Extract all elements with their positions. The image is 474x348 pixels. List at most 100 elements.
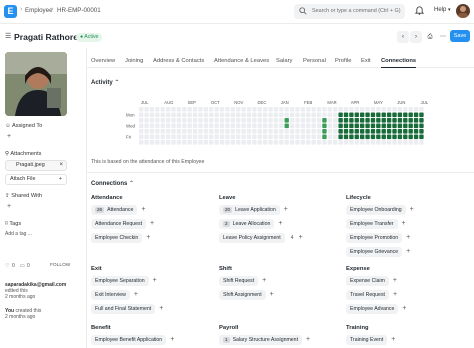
add-connection-button[interactable]: + [393, 276, 397, 286]
bell-icon[interactable] [415, 5, 424, 15]
connection-group-expense: Expense [346, 266, 370, 272]
connection-link[interactable]: Employee Onboarding [346, 205, 406, 215]
connection-link[interactable]: Leave Policy Assignment [219, 233, 285, 243]
connection-link[interactable]: Full and Final Statement [91, 304, 156, 314]
add-connection-button[interactable]: + [402, 304, 406, 314]
add-assignee-button[interactable]: + [7, 132, 11, 142]
add-connection-button[interactable]: + [406, 233, 410, 243]
add-connection-button[interactable]: + [150, 219, 154, 229]
like-icon[interactable]: ♡ [5, 263, 9, 269]
next-button[interactable]: › [410, 31, 422, 43]
connection-link[interactable]: Employee Separation [91, 276, 149, 286]
comments-count: 0 [27, 263, 30, 269]
add-connection-button[interactable]: + [410, 205, 414, 215]
previous-button[interactable]: ‹ [397, 31, 409, 43]
add-connection-button[interactable]: + [278, 219, 282, 229]
heatmap-cell [333, 112, 338, 118]
heatmap-cell [300, 140, 306, 145]
heatmap-cell [413, 123, 419, 129]
add-connection-button[interactable]: + [402, 219, 406, 229]
chevron-right-icon: › [20, 6, 23, 13]
add-connection-button[interactable]: + [284, 205, 288, 215]
connection-group-shift: Shift [219, 266, 232, 272]
connection-link[interactable]: Employee Promotion [346, 233, 403, 243]
heatmap-cell [354, 112, 359, 118]
connection-link[interactable]: Travel Request [346, 290, 389, 300]
add-connection-button[interactable]: + [306, 335, 310, 345]
heatmap-cell [171, 123, 176, 129]
add-connection-button[interactable]: + [141, 205, 145, 215]
add-connection-button[interactable]: + [270, 290, 274, 300]
add-connection-button[interactable]: + [159, 304, 163, 314]
heatmap-cell [333, 118, 338, 123]
breadcrumb-employee[interactable]: Employee [25, 7, 53, 14]
heatmap-cell [354, 129, 359, 134]
user-avatar[interactable] [456, 4, 470, 18]
connection-link[interactable]: Employee Checkin [91, 233, 143, 243]
add-connection-button[interactable]: + [406, 247, 410, 257]
menu-icon[interactable]: ☰ [5, 32, 11, 40]
connection-link[interactable]: Expense Claim [346, 276, 389, 286]
print-icon[interactable]: ⎙ [424, 31, 436, 43]
heatmap-cell [370, 107, 376, 112]
connection-link[interactable]: 1 Salary Structure Assignment [219, 335, 303, 345]
add-tag-input[interactable]: Add a tag ... [5, 231, 32, 237]
connections-section-title[interactable]: Connections ⌃ [91, 180, 134, 187]
heatmap-cell [338, 112, 343, 118]
heatmap-cell [176, 134, 182, 140]
heatmap-cell [219, 112, 225, 118]
add-connection-button[interactable]: + [146, 233, 150, 243]
heatmap-cell [284, 107, 289, 112]
heatmap-cell [144, 134, 149, 140]
connection-link[interactable]: Employee Advance [346, 304, 399, 314]
heatmap-cell [225, 118, 230, 123]
connection-link[interactable]: Employee Benefit Application [91, 335, 167, 345]
connection-link[interactable]: Employee Grievance [346, 247, 403, 257]
heatmap-cell [214, 112, 219, 118]
add-connection-button[interactable]: + [393, 290, 397, 300]
add-connection-button[interactable]: + [299, 233, 303, 243]
connection-link[interactable]: Shift Assignment [219, 290, 266, 300]
add-connection-button[interactable]: + [134, 290, 138, 300]
attach-file-button[interactable]: Attach File + [5, 174, 67, 185]
employee-photo[interactable] [5, 52, 67, 116]
add-connection-button[interactable]: + [262, 276, 266, 286]
connection-link[interactable]: Shift Request [219, 276, 259, 286]
connection-link[interactable]: 26 Attendance [91, 205, 138, 215]
connection-link[interactable]: 20 Leave Application [219, 205, 280, 215]
connection-count: 26 [95, 207, 105, 213]
connection-link[interactable]: Attendance Request [91, 219, 147, 229]
add-connection-button[interactable]: + [170, 335, 174, 345]
share-icon: ⇪ [5, 193, 10, 199]
heatmap-cell [225, 129, 230, 134]
close-icon[interactable]: × [59, 161, 63, 170]
add-share-button[interactable]: + [7, 202, 11, 212]
search-placeholder: Search or type a command (Ctrl + G) [312, 8, 401, 14]
save-button[interactable]: Save [450, 30, 470, 42]
breadcrumb-record[interactable]: HR-EMP-00001 [57, 7, 101, 14]
heatmap-cell [192, 123, 198, 129]
follow-button[interactable]: FOLLOW [50, 263, 70, 268]
heatmap-cell [279, 140, 284, 145]
heatmap-cell [419, 140, 424, 145]
heatmap-cell [386, 129, 392, 134]
connection-link[interactable]: 2 Leave Allocation [219, 219, 275, 229]
connection-link[interactable]: Exit Interview [91, 290, 130, 300]
heatmap-cell [182, 118, 187, 123]
more-options-icon[interactable]: ⋯ [437, 31, 449, 43]
heatmap-cell [413, 112, 419, 118]
add-connection-button[interactable]: + [153, 276, 157, 286]
search-bar[interactable]: Search or type a command (Ctrl + G) [294, 4, 405, 19]
connection-link[interactable]: Training Event [346, 335, 388, 345]
help-dropdown[interactable]: Help ▾ [434, 7, 451, 13]
comment-icon[interactable]: ▭ [20, 263, 25, 269]
heatmap-cell [230, 140, 235, 145]
heatmap-cell [322, 118, 327, 123]
heatmap-cell [413, 129, 419, 134]
attachment-file[interactable]: Pragati.jpeg × [5, 160, 67, 171]
add-connection-button[interactable]: + [391, 335, 395, 345]
app-logo[interactable]: E [4, 5, 17, 18]
connection-link[interactable]: Employee Transfer [346, 219, 398, 229]
heatmap-cell [273, 112, 279, 118]
heatmap-cell [306, 118, 311, 123]
